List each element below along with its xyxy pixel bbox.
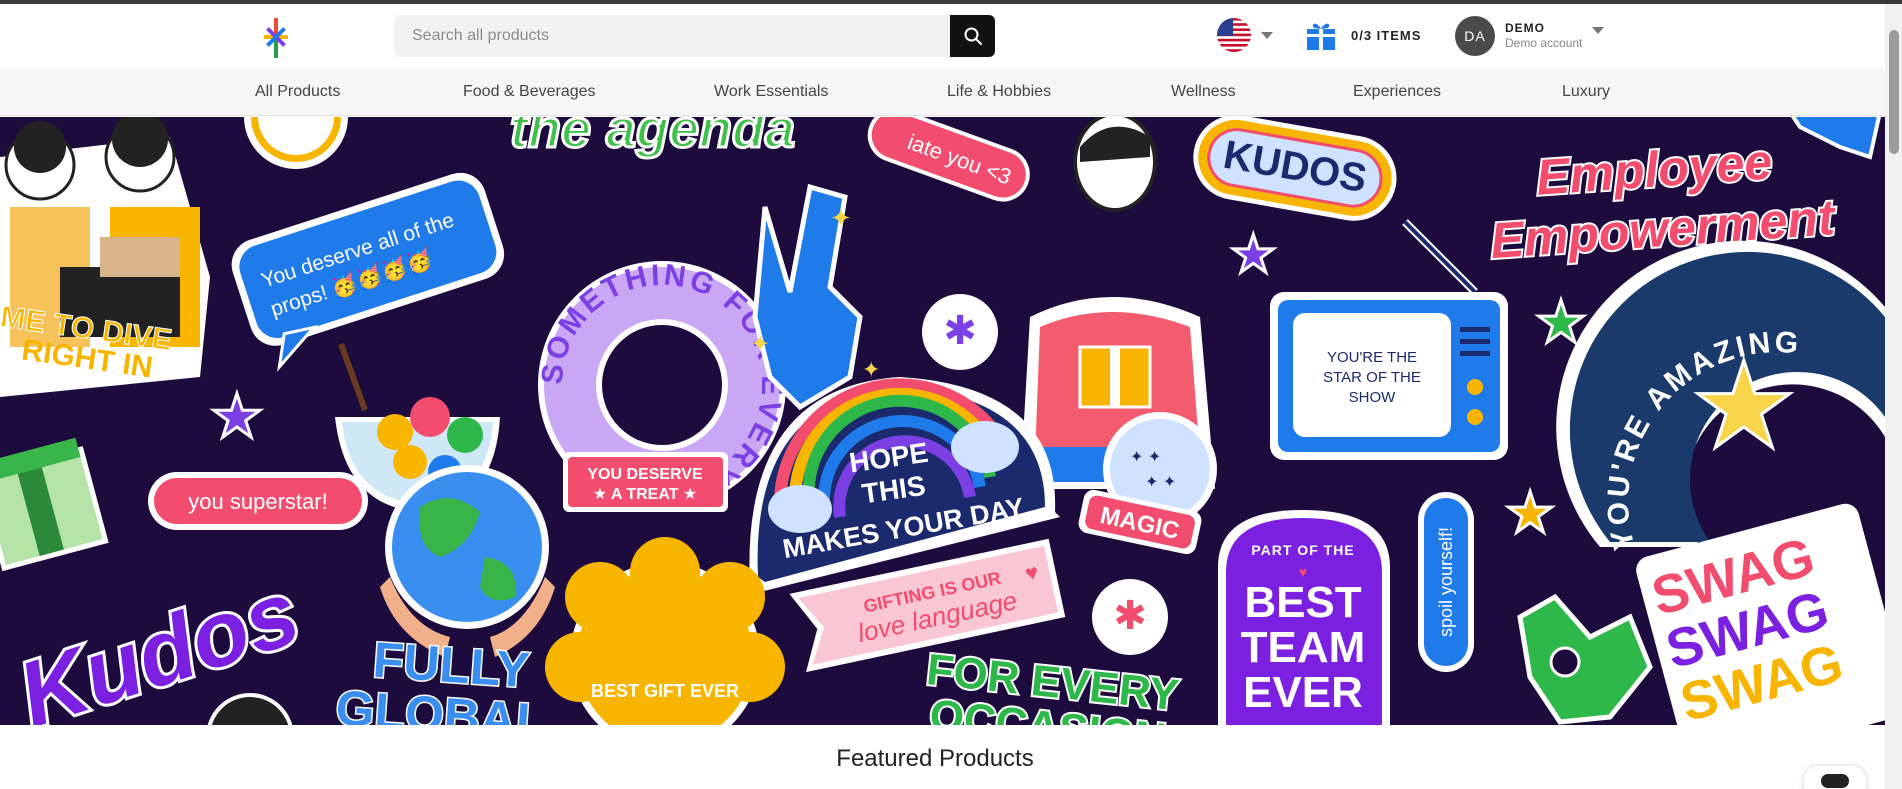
sticker-kudos-pill: KUDOS	[1193, 117, 1397, 221]
nav-item-food-beverages[interactable]: Food & Beverages	[463, 83, 596, 101]
nav-item-all-products[interactable]: All Products	[255, 83, 340, 101]
sticker-star-purple-left: ★	[210, 383, 264, 450]
sticker-text-spoil: spoil yourself!	[1436, 527, 1456, 637]
sticker-you-deserve-a-treat: YOU DESERVE ★ A TREAT ★	[563, 452, 728, 512]
us-flag-icon	[1217, 18, 1251, 52]
search-button[interactable]	[950, 15, 995, 57]
search-input[interactable]	[394, 15, 950, 57]
svg-text:✦: ✦	[830, 203, 852, 233]
svg-text:✦: ✦	[750, 331, 770, 358]
hero-banner[interactable]: the agenda iate you <3 IME TO DIVE RIGHT…	[0, 117, 1885, 725]
sticker-logo-circle-2: ✱	[1092, 579, 1168, 655]
chat-widget-button[interactable]	[1804, 766, 1866, 789]
svg-text:✱: ✱	[943, 309, 977, 353]
gift-box-icon	[1307, 23, 1335, 50]
chevron-down-icon	[1261, 31, 1273, 39]
search-icon	[964, 27, 982, 45]
cart-button[interactable]: 0/3 ITEMS	[1305, 19, 1421, 51]
sticker-star-yellow: ★	[1505, 481, 1555, 544]
sticker-best-gift-ever: BEST GIFT EVER	[545, 537, 785, 725]
account-info: DEMO Demo account	[1505, 21, 1582, 51]
sticker-spoil-yourself: spoil yourself!	[1418, 492, 1474, 672]
sticker-best-team-ever: PART OF THE ♥ BEST TEAM EVER	[1218, 510, 1390, 725]
svg-text:✱: ✱	[1113, 594, 1147, 638]
category-nav: All Products Food & Beverages Work Essen…	[0, 68, 1885, 116]
chat-icon	[1821, 774, 1849, 788]
avatar: DA	[1455, 16, 1495, 56]
nav-item-work-essentials[interactable]: Work Essentials	[714, 83, 828, 101]
sticker-for-every-occasion: FOR EVERY OCCASION	[922, 643, 1182, 725]
sticker-text-treat2: ★ A TREAT ★	[593, 486, 698, 503]
scrollbar-thumb[interactable]	[1889, 30, 1899, 154]
nav-item-luxury[interactable]: Luxury	[1562, 83, 1610, 101]
sticker-retro-tv: YOU'RE THE STAR OF THE SHOW	[1270, 219, 1508, 460]
sticker-you-superstar: you superstar!	[148, 472, 368, 530]
sticker-peace-hand: ✦ ✦ ✦	[750, 183, 880, 411]
account-menu[interactable]: DA DEMO Demo account	[1455, 16, 1605, 56]
sticker-head-partial	[207, 693, 293, 725]
sticker-the-agenda: the agenda	[509, 117, 797, 161]
svg-text:✦: ✦	[862, 357, 880, 382]
nav-item-experiences[interactable]: Experiences	[1353, 83, 1441, 101]
svg-text:✦ ✦: ✦ ✦	[1130, 449, 1161, 466]
cart-count: 0/3 ITEMS	[1351, 27, 1422, 43]
account-name: DEMO	[1505, 21, 1545, 35]
svg-text:✦ ✦: ✦ ✦	[1145, 474, 1176, 491]
sticker-ok-hand	[1517, 593, 1653, 725]
chevron-down-icon	[1592, 26, 1605, 34]
brand-logo-icon[interactable]	[262, 18, 290, 58]
sticker-text-star3: SHOW	[1349, 389, 1397, 406]
sticker-text-best2: TEAM	[1241, 623, 1366, 672]
sticker-text-best1: BEST	[1244, 578, 1361, 627]
svg-text:★: ★	[1690, 339, 1798, 473]
sticker-text-partof: PART OF THE	[1251, 542, 1354, 558]
sticker-props-bubble: You deserve all of the props! 🥳🥳🥳🥳	[231, 172, 505, 372]
sticker-text-superstar: you superstar!	[188, 489, 327, 514]
nav-item-life-hobbies[interactable]: Life & Hobbies	[947, 83, 1051, 101]
sticker-text-treat1: YOU DESERVE	[587, 466, 703, 483]
country-selector[interactable]	[1217, 18, 1273, 52]
sticker-text-agenda: the agenda	[510, 117, 795, 159]
sticker-people-gifting: IME TO DIVE RIGHT IN	[0, 117, 210, 397]
account-subtitle: Demo account	[1505, 36, 1583, 50]
sticker-star-purple: ★	[1230, 226, 1277, 284]
sticker-appreciate-you: iate you <3	[867, 117, 1030, 202]
sticker-burst-blue	[1790, 117, 1881, 160]
sticker-text-best3: EVER	[1243, 668, 1363, 717]
nav-item-wellness[interactable]: Wellness	[1171, 83, 1236, 101]
sticker-text-star2: STAR OF THE	[1323, 369, 1421, 386]
sticker-green-gift	[0, 437, 109, 572]
sticker-text-star1: YOU'RE THE	[1327, 349, 1417, 366]
featured-products-title: Featured Products	[836, 745, 1034, 772]
sticker-text-bestgift: BEST GIFT EVER	[591, 681, 739, 701]
site-header: 0/3 ITEMS DA DEMO Demo account	[0, 4, 1885, 68]
search-bar	[394, 15, 995, 57]
sticker-logo-circle-1: ✱	[922, 294, 998, 370]
sticker-logo-top	[244, 117, 348, 169]
page-scrollbar[interactable]	[1885, 4, 1902, 789]
